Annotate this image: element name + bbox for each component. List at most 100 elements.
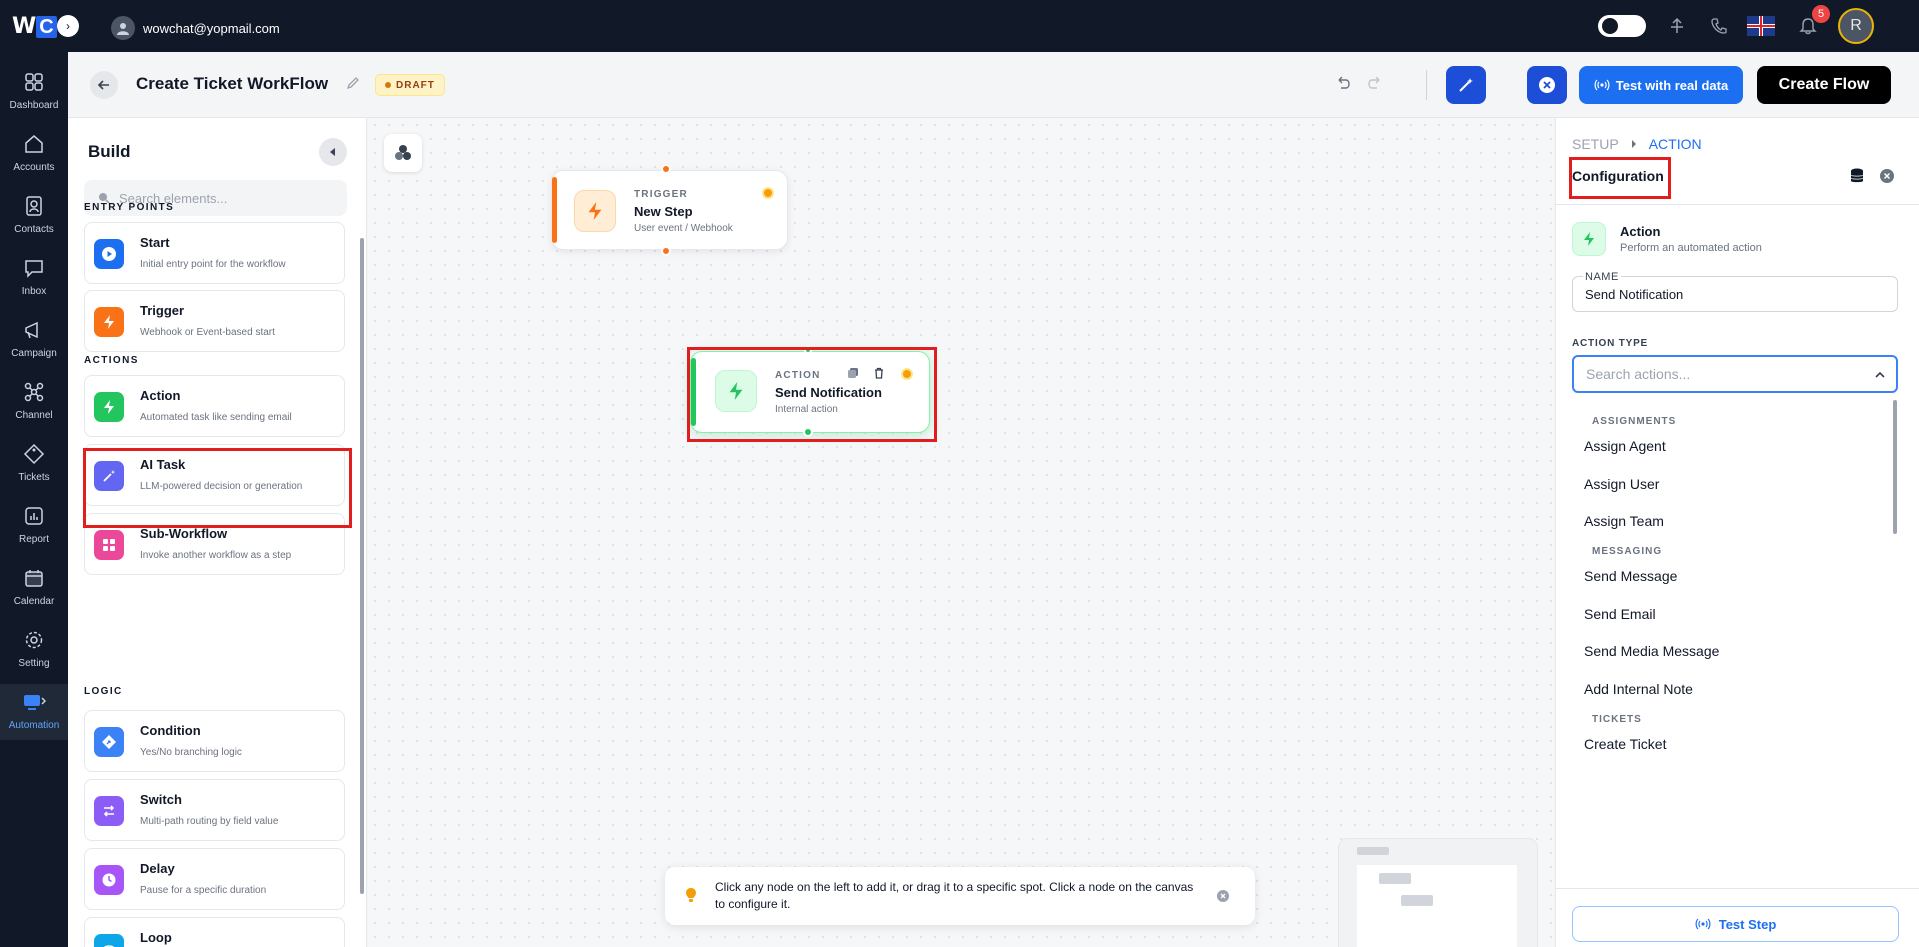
test-step-button[interactable]: Test Step <box>1572 906 1899 942</box>
trigger-node[interactable]: TRIGGER New Step User event / Webhook <box>551 170 788 250</box>
network-icon <box>22 380 46 404</box>
lightbulb-icon <box>685 887 697 910</box>
canvas-minimap[interactable] <box>1338 838 1538 947</box>
dropdown-option[interactable]: Assign User <box>1584 476 1659 492</box>
element-action[interactable]: Action Automated task like sending email <box>84 375 345 437</box>
configuration-panel: SETUP ACTION Configuration Action Perfor… <box>1555 118 1919 947</box>
element-trigger[interactable]: Trigger Webhook or Event-based start <box>84 290 345 352</box>
profile-avatar[interactable]: R <box>1838 8 1874 44</box>
close-test-button[interactable] <box>1527 66 1567 104</box>
canvas-tool-button[interactable] <box>384 134 422 172</box>
database-icon[interactable] <box>1848 167 1866 185</box>
wifi-icon[interactable] <box>1666 15 1688 37</box>
ai-magic-button[interactable] <box>1446 66 1486 104</box>
nav-label: Automation <box>8 720 60 731</box>
copy-icon[interactable] <box>847 366 859 378</box>
notification-badge: 5 <box>1812 5 1830 23</box>
element-ai-task[interactable]: AI Task LLM-powered decision or generati… <box>84 444 345 506</box>
dropdown-group-label: TICKETS <box>1592 714 1642 725</box>
back-button[interactable] <box>90 71 118 99</box>
dropdown-option[interactable]: Send Message <box>1584 568 1677 584</box>
nav-label: Contacts <box>14 224 54 235</box>
sidebar-expand-icon[interactable]: › <box>57 15 79 37</box>
chevron-up-icon[interactable] <box>1874 369 1886 381</box>
nav-label: Inbox <box>21 286 47 297</box>
name-field[interactable]: NAME <box>1572 271 1898 312</box>
loop-icon <box>94 934 124 947</box>
collapse-panel-button[interactable] <box>319 138 347 166</box>
gear-icon <box>22 628 46 652</box>
switch-arrows-icon <box>94 796 124 826</box>
dropdown-option[interactable]: Add Internal Note <box>1584 681 1693 697</box>
crumb-action[interactable]: ACTION <box>1649 136 1702 152</box>
nav-item-contacts[interactable]: Contacts <box>0 188 68 244</box>
element-switch[interactable]: Switch Multi-path routing by field value <box>84 779 345 841</box>
nav-item-calendar[interactable]: Calendar <box>0 560 68 616</box>
bolt-icon <box>94 392 124 422</box>
element-start[interactable]: Start Initial entry point for the workfl… <box>84 222 345 284</box>
dropdown-option[interactable]: Send Email <box>1584 606 1656 622</box>
language-flag-icon[interactable] <box>1747 16 1775 36</box>
status-badge: DRAFT <box>375 74 445 96</box>
nav-item-dashboard[interactable]: Dashboard <box>0 64 68 120</box>
nav-item-tickets[interactable]: Tickets <box>0 436 68 492</box>
config-toolbar <box>1848 167 1896 185</box>
node-accent-bar <box>552 177 557 243</box>
action-output-port[interactable] <box>803 427 813 437</box>
nav-item-automation[interactable]: Automation <box>0 684 68 740</box>
dropdown-option[interactable]: Create Ticket <box>1584 736 1666 752</box>
trigger-input-port[interactable] <box>661 164 671 174</box>
action-input-port[interactable] <box>804 346 812 354</box>
app-logo[interactable]: WC <box>12 14 57 39</box>
undo-icon[interactable] <box>1334 74 1354 94</box>
dropdown-option[interactable]: Send Media Message <box>1584 643 1719 659</box>
node-status-dot <box>901 368 913 380</box>
theme-toggle[interactable] <box>1598 15 1646 37</box>
user-menu[interactable]: wowchat@yopmail.com <box>111 16 280 40</box>
trash-icon[interactable] <box>873 366 885 379</box>
element-delay[interactable]: Delay Pause for a specific duration <box>84 848 345 910</box>
configuration-title: Configuration <box>1572 168 1664 184</box>
pencil-icon[interactable] <box>346 76 364 94</box>
broadcast-icon <box>1594 79 1610 91</box>
action-type-select[interactable] <box>1572 355 1898 393</box>
element-sub-workflow[interactable]: Sub-Workflow Invoke another workflow as … <box>84 513 345 575</box>
dropdown-scrollbar[interactable] <box>1893 400 1897 534</box>
nav-item-setting[interactable]: Setting <box>0 622 68 678</box>
nav-label: Dashboard <box>9 100 59 111</box>
test-with-real-data-button[interactable]: Test with real data <box>1579 66 1743 104</box>
bolt-icon <box>574 190 616 232</box>
node-subtitle: Internal action <box>775 404 838 415</box>
trigger-output-port[interactable] <box>661 246 671 256</box>
nav-item-campaign[interactable]: Campaign <box>0 312 68 368</box>
nav-item-inbox[interactable]: Inbox <box>0 250 68 306</box>
build-scrollbar[interactable] <box>360 238 364 894</box>
element-name: Delay <box>140 861 175 876</box>
play-icon <box>94 239 124 269</box>
nav-item-channel[interactable]: Channel <box>0 374 68 430</box>
action-search-input[interactable] <box>1586 366 1856 382</box>
nav-item-accounts[interactable]: Accounts <box>0 126 68 182</box>
node-subtitle: User event / Webhook <box>634 223 733 234</box>
crumb-setup[interactable]: SETUP <box>1572 136 1619 152</box>
redo-icon[interactable] <box>1366 74 1386 94</box>
bolt-icon <box>715 370 757 412</box>
close-panel-icon[interactable] <box>1878 167 1896 185</box>
element-loop[interactable]: Loop <box>84 917 345 947</box>
workflow-canvas[interactable]: TRIGGER New Step User event / Webhook AC… <box>368 118 1554 947</box>
action-node[interactable]: ACTION Send Notification Internal action <box>690 351 930 433</box>
dropdown-option[interactable]: Assign Team <box>1584 513 1664 529</box>
close-hint-icon[interactable] <box>1216 889 1230 903</box>
element-condition[interactable]: Condition Yes/No branching logic <box>84 710 345 772</box>
phone-icon[interactable] <box>1708 15 1730 37</box>
triangle-left-icon <box>330 148 335 156</box>
nav-label: Accounts <box>13 162 55 173</box>
nav-item-report[interactable]: Report <box>0 498 68 554</box>
create-flow-button[interactable]: Create Flow <box>1757 66 1891 104</box>
canvas-hint: Click any node on the left to add it, or… <box>665 867 1255 925</box>
name-input[interactable] <box>1585 287 1885 302</box>
dropdown-option[interactable]: Assign Agent <box>1584 438 1666 454</box>
element-name: Trigger <box>140 303 185 318</box>
breadcrumb: SETUP ACTION <box>1572 136 1702 152</box>
status-label: DRAFT <box>396 79 435 91</box>
